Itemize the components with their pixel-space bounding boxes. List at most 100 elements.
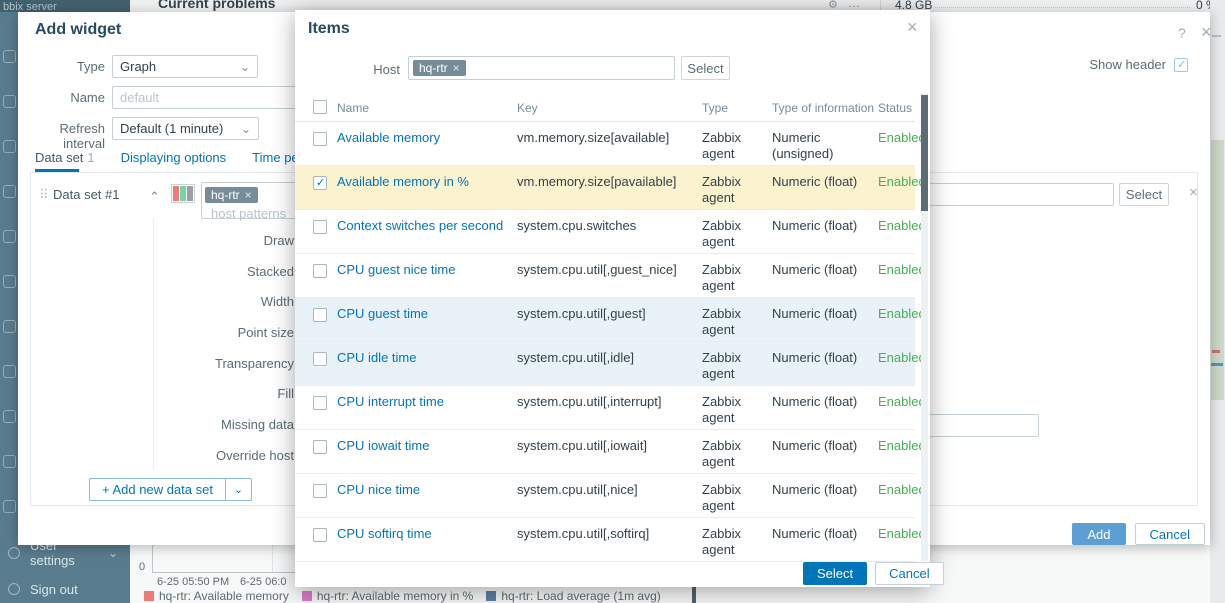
item-status[interactable]: Enabled <box>878 526 926 541</box>
legend-label: hq-rtr: Available memory in % <box>317 589 474 603</box>
sidebar-menu-icon[interactable] <box>3 410 16 423</box>
item-status[interactable]: Enabled <box>878 174 926 189</box>
drag-handle-icon[interactable]: ⠿ <box>39 187 49 203</box>
item-name-link[interactable]: CPU idle time <box>337 350 509 365</box>
field-label: Missing data <box>31 417 294 448</box>
refresh-interval-select[interactable]: Default (1 minute) ⌄ <box>112 117 259 140</box>
row-checkbox[interactable] <box>313 484 327 498</box>
host-field[interactable]: hq-rtr × <box>408 56 675 80</box>
chip-remove-icon[interactable]: × <box>453 61 460 75</box>
add-new-data-set-label[interactable]: + Add new data set <box>89 478 225 501</box>
color-swatch[interactable] <box>171 184 195 203</box>
row-checkbox[interactable] <box>313 220 327 234</box>
background-right-strip <box>1210 0 1225 603</box>
sidebar-menu-icon[interactable] <box>3 500 16 513</box>
item-name-link[interactable]: CPU iowait time <box>337 438 509 453</box>
tab-displaying-options[interactable]: Displaying options <box>121 150 227 165</box>
tab-label: Data set <box>35 150 83 165</box>
item-key: system.cpu.switches <box>517 218 697 233</box>
sidebar-item-sign-out[interactable]: Sign out <box>0 574 130 603</box>
item-status[interactable]: Enabled <box>878 306 926 321</box>
show-header-checkbox[interactable] <box>1174 58 1188 72</box>
row-checkbox[interactable] <box>313 352 327 366</box>
host-select-button[interactable]: Select <box>681 56 730 80</box>
chevron-down-icon: ⌄ <box>108 546 118 560</box>
sidebar-menu-icon[interactable] <box>3 50 16 63</box>
sidebar-menu-icon[interactable] <box>3 365 16 378</box>
item-name-link[interactable]: CPU nice time <box>337 482 509 497</box>
row-checkbox[interactable] <box>313 396 327 410</box>
item-name-link[interactable]: CPU guest nice time <box>337 262 509 277</box>
show-header-row: Show header <box>1089 57 1188 72</box>
select-all-checkbox[interactable] <box>313 100 327 114</box>
swatch-color <box>187 186 193 201</box>
row-checkbox[interactable] <box>313 264 327 278</box>
type-select-value: Graph <box>120 59 156 74</box>
table-row: Context switches per second system.cpu.sw… <box>295 210 915 254</box>
item-status[interactable]: Enabled <box>878 482 926 497</box>
swatch-color <box>180 186 186 201</box>
sidebar-menu-icon[interactable] <box>3 455 16 468</box>
item-select-button[interactable]: Select <box>1119 183 1169 206</box>
sidebar-menu-icon[interactable] <box>3 140 16 153</box>
data-set-title: Data set #1 <box>53 187 120 202</box>
x-axis-tick: 6-25 06:0 <box>240 576 286 588</box>
sidebar-menu-icon[interactable] <box>3 230 16 243</box>
sidebar-menu-icon[interactable] <box>3 275 16 288</box>
tab-data-set[interactable]: Data set1 <box>35 150 95 165</box>
x-axis-tick: 6-25 05:50 PM <box>157 576 229 588</box>
item-type: Zabbix agent <box>702 218 766 250</box>
chip-remove-icon[interactable]: × <box>245 188 252 202</box>
item-name-link[interactable]: CPU guest time <box>337 306 509 321</box>
row-checkbox[interactable] <box>313 176 327 190</box>
table-row: CPU iowait timesystem.cpu.util[,iowait]Z… <box>295 430 915 474</box>
row-checkbox[interactable] <box>313 440 327 454</box>
item-status[interactable]: Enabled <box>878 218 926 233</box>
sidebar-menu-icon[interactable] <box>3 185 16 198</box>
items-table-body: Available memoryvm.memory.size[available… <box>295 122 915 562</box>
item-name-link[interactable]: Context switches per second <box>337 218 509 233</box>
item-key: system.cpu.util[,iowait] <box>517 438 697 453</box>
add-button[interactable]: Add <box>1072 523 1125 545</box>
sidebar-menu-icon[interactable] <box>3 320 16 333</box>
item-key: system.cpu.util[,idle] <box>517 350 697 365</box>
item-status[interactable]: Enabled <box>878 438 926 453</box>
help-icon[interactable]: ? <box>1178 25 1186 41</box>
item-status[interactable]: Enabled <box>878 394 926 409</box>
item-info: Numeric (float) <box>772 306 874 322</box>
host-chip[interactable]: hq-rtr × <box>205 187 258 203</box>
remove-icon[interactable]: × <box>1189 184 1198 201</box>
column-header-key[interactable]: Key <box>517 101 538 115</box>
cancel-button[interactable]: Cancel <box>875 562 943 585</box>
chevron-down-icon[interactable]: ⌄ <box>225 478 252 501</box>
item-status[interactable]: Enabled <box>878 262 926 277</box>
item-name-link[interactable]: Available memory <box>337 130 509 145</box>
host-chip[interactable]: hq-rtr × <box>413 60 466 76</box>
select-button[interactable]: Select <box>803 562 867 585</box>
item-key: system.cpu.util[,guest] <box>517 306 697 321</box>
close-icon[interactable]: × <box>1201 22 1212 43</box>
user-icon <box>8 547 20 559</box>
row-checkbox[interactable] <box>313 308 327 322</box>
row-checkbox[interactable] <box>313 528 327 542</box>
field-label: Stacked <box>31 264 294 295</box>
collapse-chevron-icon[interactable]: ⌃ <box>149 189 160 205</box>
column-header-name[interactable]: Name <box>337 101 369 115</box>
cancel-button[interactable]: Cancel <box>1135 523 1205 545</box>
type-select[interactable]: Graph ⌄ <box>112 55 258 78</box>
item-name-link[interactable]: CPU softirq time <box>337 526 509 541</box>
row-checkbox[interactable] <box>313 132 327 146</box>
table-row: Available memory in %vm.memory.size[pava… <box>295 166 915 210</box>
item-patterns-input[interactable] <box>906 183 1114 206</box>
item-status[interactable]: Enabled <box>878 350 926 365</box>
scrollbar-thumb[interactable] <box>921 95 928 211</box>
item-name-link[interactable]: Available memory in % <box>337 174 509 189</box>
sidebar-menu-icon[interactable] <box>3 95 16 108</box>
item-status[interactable]: Enabled <box>878 130 926 145</box>
column-header-type: Type <box>702 101 728 115</box>
item-name-link[interactable]: CPU interrupt time <box>337 394 509 409</box>
gridline <box>272 545 273 571</box>
show-header-label: Show header <box>1089 57 1166 72</box>
close-icon[interactable]: × <box>907 17 918 38</box>
sidebar-server-item[interactable]: bbix server <box>0 0 130 12</box>
